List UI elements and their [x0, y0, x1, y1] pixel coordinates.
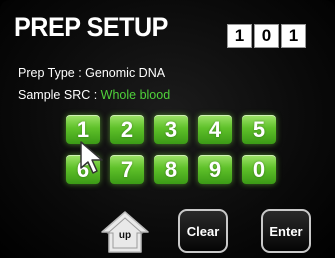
key-9[interactable]: 9 — [198, 155, 232, 184]
key-7[interactable]: 7 — [110, 155, 144, 184]
prep-type-value: Genomic DNA — [85, 66, 166, 80]
enter-button[interactable]: Enter — [261, 209, 311, 253]
sample-src-label: Sample SRC : — [18, 88, 101, 102]
prep-type-label: Prep Type : — [18, 66, 86, 80]
up-button-label: up — [118, 230, 132, 241]
counter-digit: 0 — [254, 24, 279, 48]
key-0[interactable]: 0 — [242, 155, 276, 184]
prep-setup-screen: PREP SETUP 1 0 1 Prep Type : Genomic DNA… — [0, 0, 335, 258]
key-3[interactable]: 3 — [154, 115, 188, 144]
key-8[interactable]: 8 — [154, 155, 188, 184]
key-2[interactable]: 2 — [110, 115, 144, 144]
key-5[interactable]: 5 — [242, 115, 276, 144]
prep-type-line: Prep Type : Genomic DNA — [18, 66, 165, 80]
counter-digit: 1 — [281, 24, 306, 48]
sample-counter: 1 0 1 — [227, 24, 306, 48]
mouse-pointer-icon — [80, 141, 103, 174]
page-title: PREP SETUP — [14, 12, 168, 42]
counter-digit: 1 — [227, 24, 252, 48]
up-button[interactable]: up — [99, 209, 151, 255]
sample-src-value: Whole blood — [100, 88, 171, 102]
clear-button[interactable]: Clear — [178, 209, 228, 253]
key-4[interactable]: 4 — [198, 115, 232, 144]
sample-src-line: Sample SRC : Whole blood — [18, 88, 170, 102]
